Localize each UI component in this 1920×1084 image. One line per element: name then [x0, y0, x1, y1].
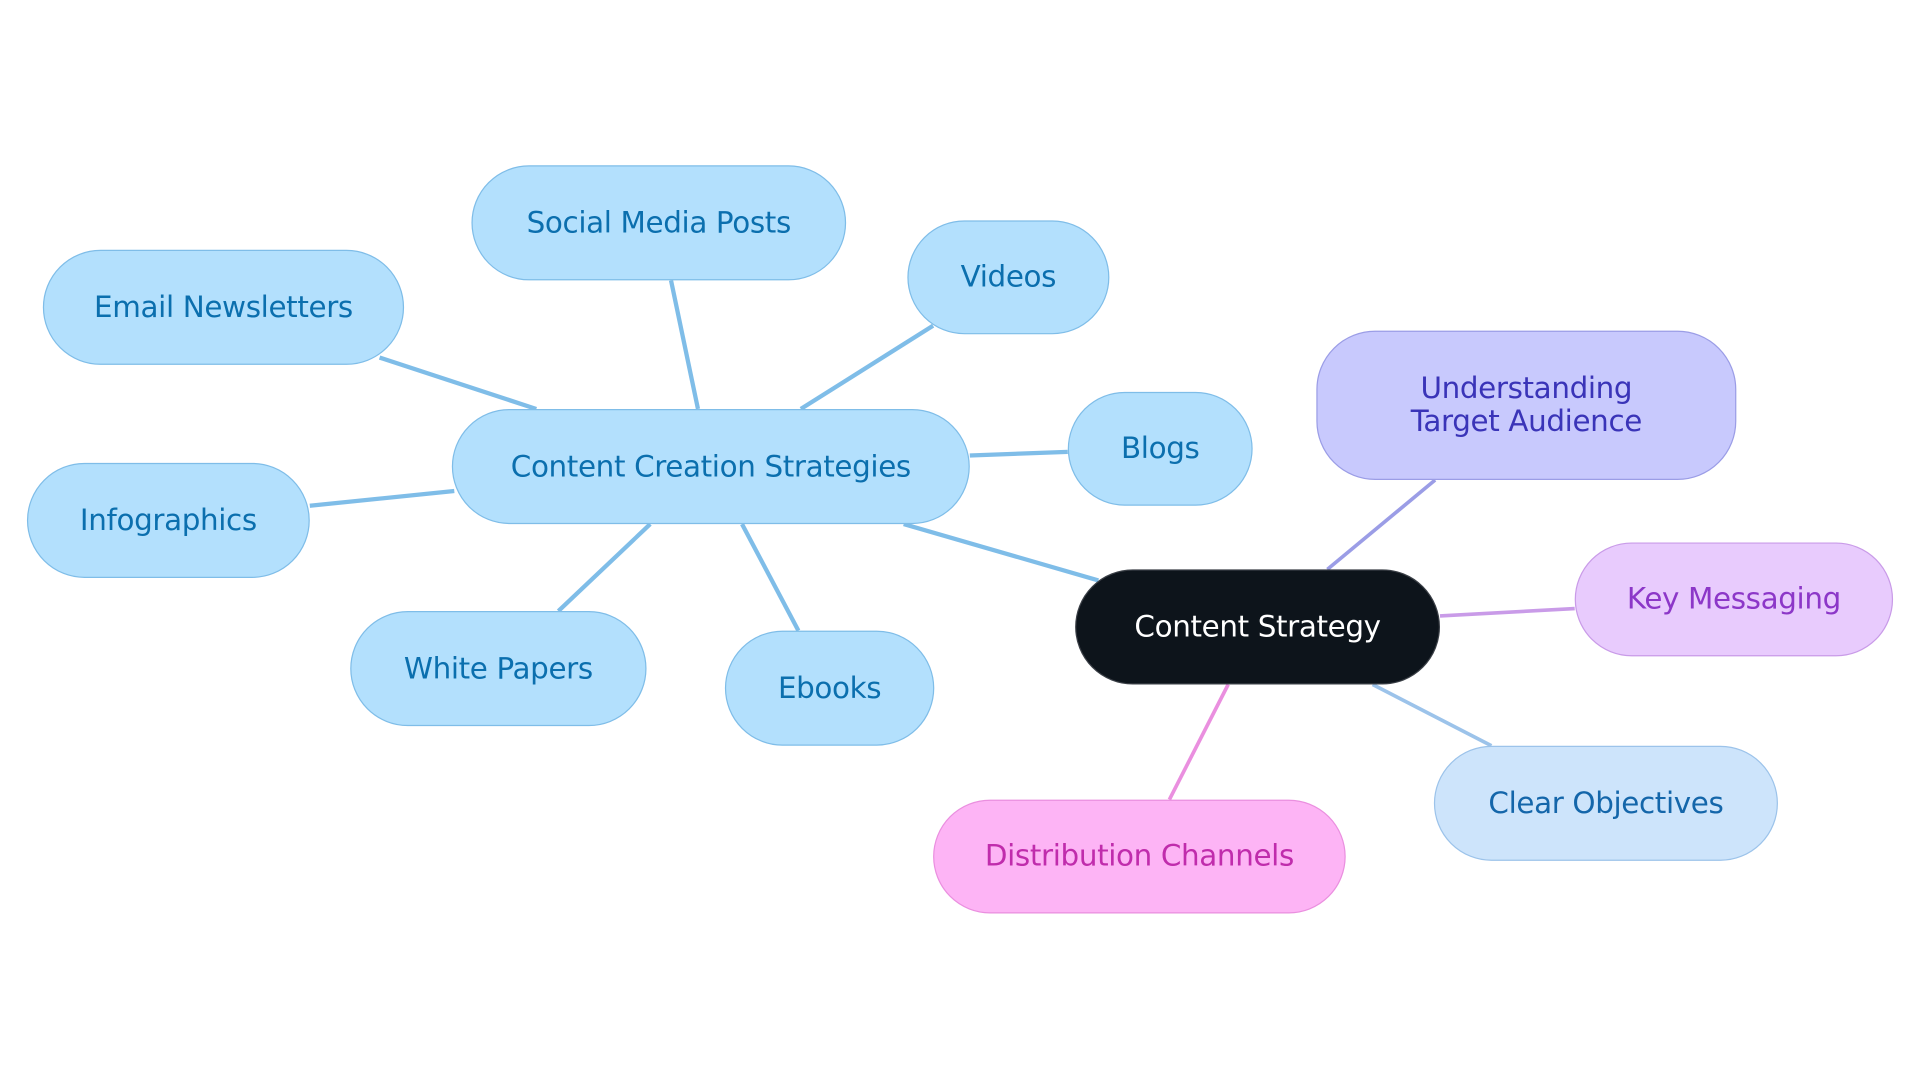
- node-label: White Papers: [403, 650, 593, 686]
- node-label: Videos: [960, 259, 1057, 294]
- edge-vid-ccs: [799, 323, 935, 411]
- edge-blogs-ccs: [969, 449, 1068, 458]
- edge-ebooks-ccs: [740, 523, 801, 632]
- node-content-strategy-root[interactable]: Content Strategy: [1075, 569, 1441, 685]
- edge-co-root: [1371, 682, 1493, 748]
- edge-en-ccs: [378, 355, 537, 412]
- node-white-papers[interactable]: White Papers: [350, 611, 647, 727]
- node-label: Clear Objectives: [1488, 785, 1724, 820]
- node-distribution-channels[interactable]: Distribution Channels: [933, 799, 1346, 914]
- node-label: Content Strategy: [1134, 609, 1381, 644]
- edge-wp-ccs: [556, 522, 652, 613]
- node-label: Social Media Posts: [526, 205, 792, 240]
- node-social-media-posts[interactable]: Social Media Posts: [471, 165, 847, 281]
- node-videos[interactable]: Videos: [907, 220, 1110, 335]
- node-content-creation-strategies[interactable]: Content Creation Strategies: [451, 408, 970, 525]
- mind-map-canvas: Social Media Posts Videos Email Newslett…: [0, 0, 1920, 1084]
- node-email-newsletters[interactable]: Email Newsletters: [42, 249, 405, 365]
- edge-dc-root: [1167, 683, 1230, 801]
- node-clear-objectives[interactable]: Clear Objectives: [1433, 745, 1778, 861]
- edge-uta-root: [1326, 478, 1437, 571]
- node-key-messaging[interactable]: Key Messaging: [1574, 542, 1894, 657]
- node-understanding-target-audience[interactable]: Understanding Target Audience: [1316, 330, 1737, 481]
- node-ebooks[interactable]: Ebooks: [724, 630, 935, 746]
- node-label: Distribution Channels: [984, 838, 1294, 874]
- edge-ccs-root: [903, 522, 1099, 583]
- edge-smp-ccs: [668, 279, 701, 410]
- edge-km-root: [1439, 606, 1575, 618]
- node-label: Key Messaging: [1626, 581, 1841, 616]
- node-blogs[interactable]: Blogs: [1067, 391, 1253, 506]
- node-infographics[interactable]: Infographics: [26, 462, 310, 578]
- node-label: Blogs: [1120, 431, 1200, 466]
- node-label: Ebooks: [777, 670, 882, 705]
- node-label: Understanding Target Audience: [1410, 371, 1643, 439]
- node-label: Email Newsletters: [94, 289, 353, 324]
- node-label: Infographics: [79, 502, 257, 537]
- node-label: Content Creation Strategies: [510, 448, 911, 484]
- edge-info-ccs: [309, 488, 455, 508]
